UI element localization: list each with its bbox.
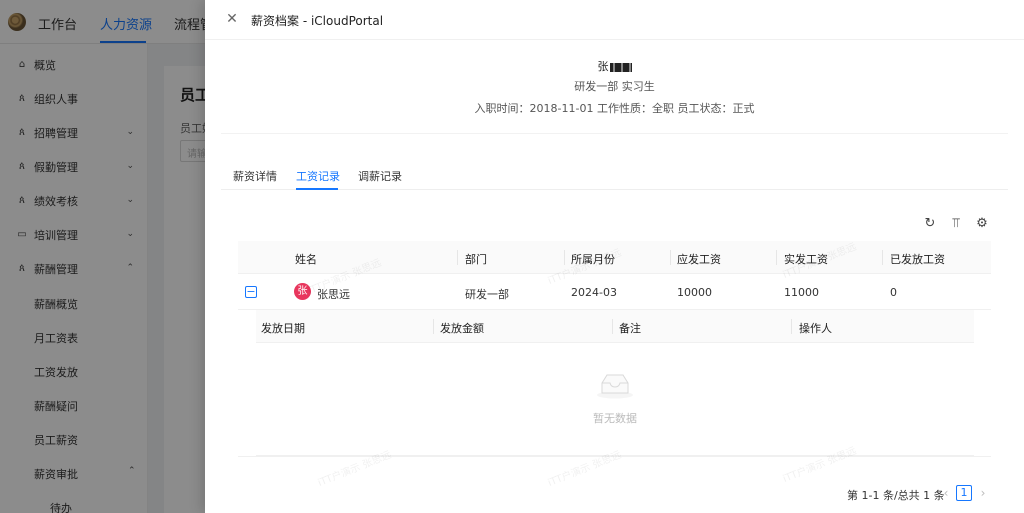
avatar: 张 <box>294 283 311 300</box>
employee-meta: 入职时间：2018-11-01 工作性质：全职 员工状态：正式 <box>474 102 755 115</box>
cell-name: 张思远 <box>317 288 350 301</box>
col-payout-amount: 发放金额 <box>440 322 484 335</box>
empty-text: 暂无数据 <box>593 412 637 425</box>
close-icon[interactable]: ✕ <box>225 12 239 26</box>
column-divider <box>670 250 671 265</box>
drawer-title: 薪资档案 - iCloudPortal <box>251 14 384 28</box>
table-row[interactable]: − 张 张思远 研发一部 2024-03 10000 11000 0 <box>238 274 991 310</box>
cell-paid: 0 <box>890 286 897 299</box>
column-divider <box>882 250 883 265</box>
employee-name: 张 <box>205 58 1024 74</box>
col-payout-date: 发放日期 <box>261 322 305 335</box>
drawer-header: ✕ 薪资档案 - iCloudPortal <box>205 0 1024 40</box>
empty-state: 暂无数据 <box>256 343 974 456</box>
col-dept: 部门 <box>465 253 487 266</box>
column-divider <box>612 319 613 334</box>
col-operator: 操作人 <box>799 322 832 335</box>
tab-pay-records[interactable]: 工资记录 <box>296 168 340 184</box>
tab-active-indicator <box>296 188 338 190</box>
cell-payable: 10000 <box>677 286 712 299</box>
table-header: 姓名 部门 所属月份 应发工资 实发工资 已发放工资 <box>238 241 991 274</box>
subtable-header: 发放日期 发放金额 备注 操作人 <box>256 310 974 343</box>
settings-icon[interactable]: ⚙ <box>974 216 990 232</box>
column-divider <box>776 250 777 265</box>
column-height-icon[interactable]: ⫪ <box>948 216 964 232</box>
cell-actual: 11000 <box>784 286 819 299</box>
column-divider <box>564 250 565 265</box>
cell-dept: 研发一部 <box>465 288 509 301</box>
tabs: 薪资详情 工资记录 调薪记录 <box>221 158 1008 190</box>
divider <box>238 456 991 457</box>
col-paid: 已发放工资 <box>890 253 945 266</box>
column-divider <box>457 250 458 265</box>
refresh-icon[interactable]: ↻ <box>922 216 938 232</box>
divider <box>221 133 1008 134</box>
pagination-total: 第 1-1 条/总共 1 条 <box>847 489 945 502</box>
col-name: 姓名 <box>295 253 317 266</box>
col-month: 所属月份 <box>571 253 615 266</box>
collapse-row-button[interactable]: − <box>245 286 257 298</box>
col-remark: 备注 <box>619 322 641 335</box>
column-divider <box>433 319 434 334</box>
employee-name-text: 张 <box>597 60 609 73</box>
cell-month: 2024-03 <box>571 286 617 299</box>
empty-inbox-icon <box>597 374 633 399</box>
col-actual: 实发工资 <box>784 253 828 266</box>
chevron-right-icon[interactable]: › <box>976 485 990 501</box>
chevron-left-icon[interactable]: ‹ <box>939 485 953 501</box>
tab-salary-details[interactable]: 薪资详情 <box>233 168 277 184</box>
tab-adjust-records[interactable]: 调薪记录 <box>358 168 402 184</box>
column-divider <box>791 319 792 334</box>
pagination-page-current[interactable]: 1 <box>956 485 972 501</box>
salary-profile-drawer: ✕ 薪资档案 - iCloudPortal 张 研发一部 实习生 入职时间：20… <box>205 0 1024 513</box>
redacted-mask <box>609 62 632 72</box>
col-payable: 应发工资 <box>677 253 721 266</box>
employee-dept-role: 研发一部 实习生 <box>574 80 655 93</box>
